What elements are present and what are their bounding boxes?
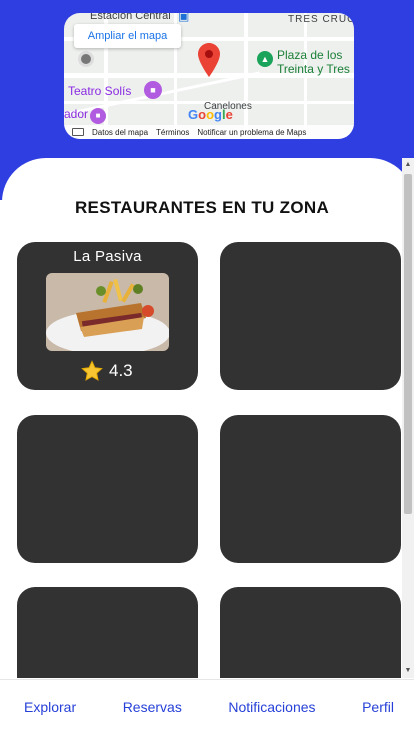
section-title: RESTAURANTES EN TU ZONA	[74, 198, 330, 217]
map-label-estacion: Estación Central	[90, 13, 171, 22]
theater-icon: ■	[144, 81, 162, 99]
map-label-plaza-2: Treinta y Tres	[277, 62, 350, 76]
scrollbar[interactable]: ▲ ▼	[402, 158, 414, 678]
scrollbar-thumb[interactable]	[404, 174, 412, 514]
keyboard-icon[interactable]	[72, 128, 84, 136]
map-report-link[interactable]: Notificar un problema de Maps	[197, 128, 306, 137]
expand-map-button[interactable]: Ampliar el mapa	[74, 24, 181, 48]
scroll-up-arrow-icon[interactable]: ▲	[402, 158, 414, 172]
nav-notificaciones[interactable]: Notificaciones	[228, 699, 315, 715]
restaurant-photo	[46, 273, 169, 351]
shop-icon: ■	[90, 108, 106, 124]
map-pin-icon	[198, 43, 220, 77]
restaurant-card-placeholder[interactable]	[220, 587, 401, 678]
park-icon: ▲	[257, 51, 273, 67]
scroll-down-arrow-icon[interactable]: ▼	[402, 664, 414, 678]
map-label-ador: ador	[64, 107, 89, 121]
restaurants-panel: RESTAURANTES EN TU ZONA La Pasiva 4.3	[2, 158, 414, 678]
restaurant-rating: 4.3	[81, 360, 133, 382]
nav-explorar[interactable]: Explorar	[24, 699, 76, 715]
nav-reservas[interactable]: Reservas	[123, 699, 182, 715]
restaurant-card-placeholder[interactable]	[17, 415, 198, 563]
google-logo: Google	[188, 107, 233, 122]
restaurant-card-placeholder[interactable]	[220, 415, 401, 563]
restaurant-card[interactable]: La Pasiva 4.3	[17, 242, 198, 390]
map-terms-link[interactable]: Términos	[156, 128, 189, 137]
map-label-plaza: Plaza de los	[277, 48, 343, 62]
map-widget[interactable]: Estación Central ▣ TRES CRUC Plaza de lo…	[64, 13, 354, 139]
restaurant-name: La Pasiva	[73, 248, 142, 265]
map-label-teatro: Teatro Solís	[68, 84, 132, 98]
map-road	[304, 13, 307, 139]
transit-icon: ▣	[178, 13, 190, 23]
map-data-link[interactable]: Datos del mapa	[92, 128, 148, 137]
nav-perfil[interactable]: Perfil	[362, 699, 394, 715]
bottom-navigation: Explorar Reservas Notificaciones Perfil	[0, 679, 414, 733]
location-icon	[78, 51, 94, 67]
restaurant-card-placeholder[interactable]	[17, 587, 198, 678]
map-label-tres-cruces: TRES CRUC	[288, 14, 354, 25]
map-footer: Datos del mapa Términos Notificar un pro…	[64, 125, 354, 139]
star-icon	[81, 360, 103, 381]
restaurant-card-placeholder[interactable]	[220, 242, 401, 390]
rating-value: 4.3	[109, 361, 133, 380]
